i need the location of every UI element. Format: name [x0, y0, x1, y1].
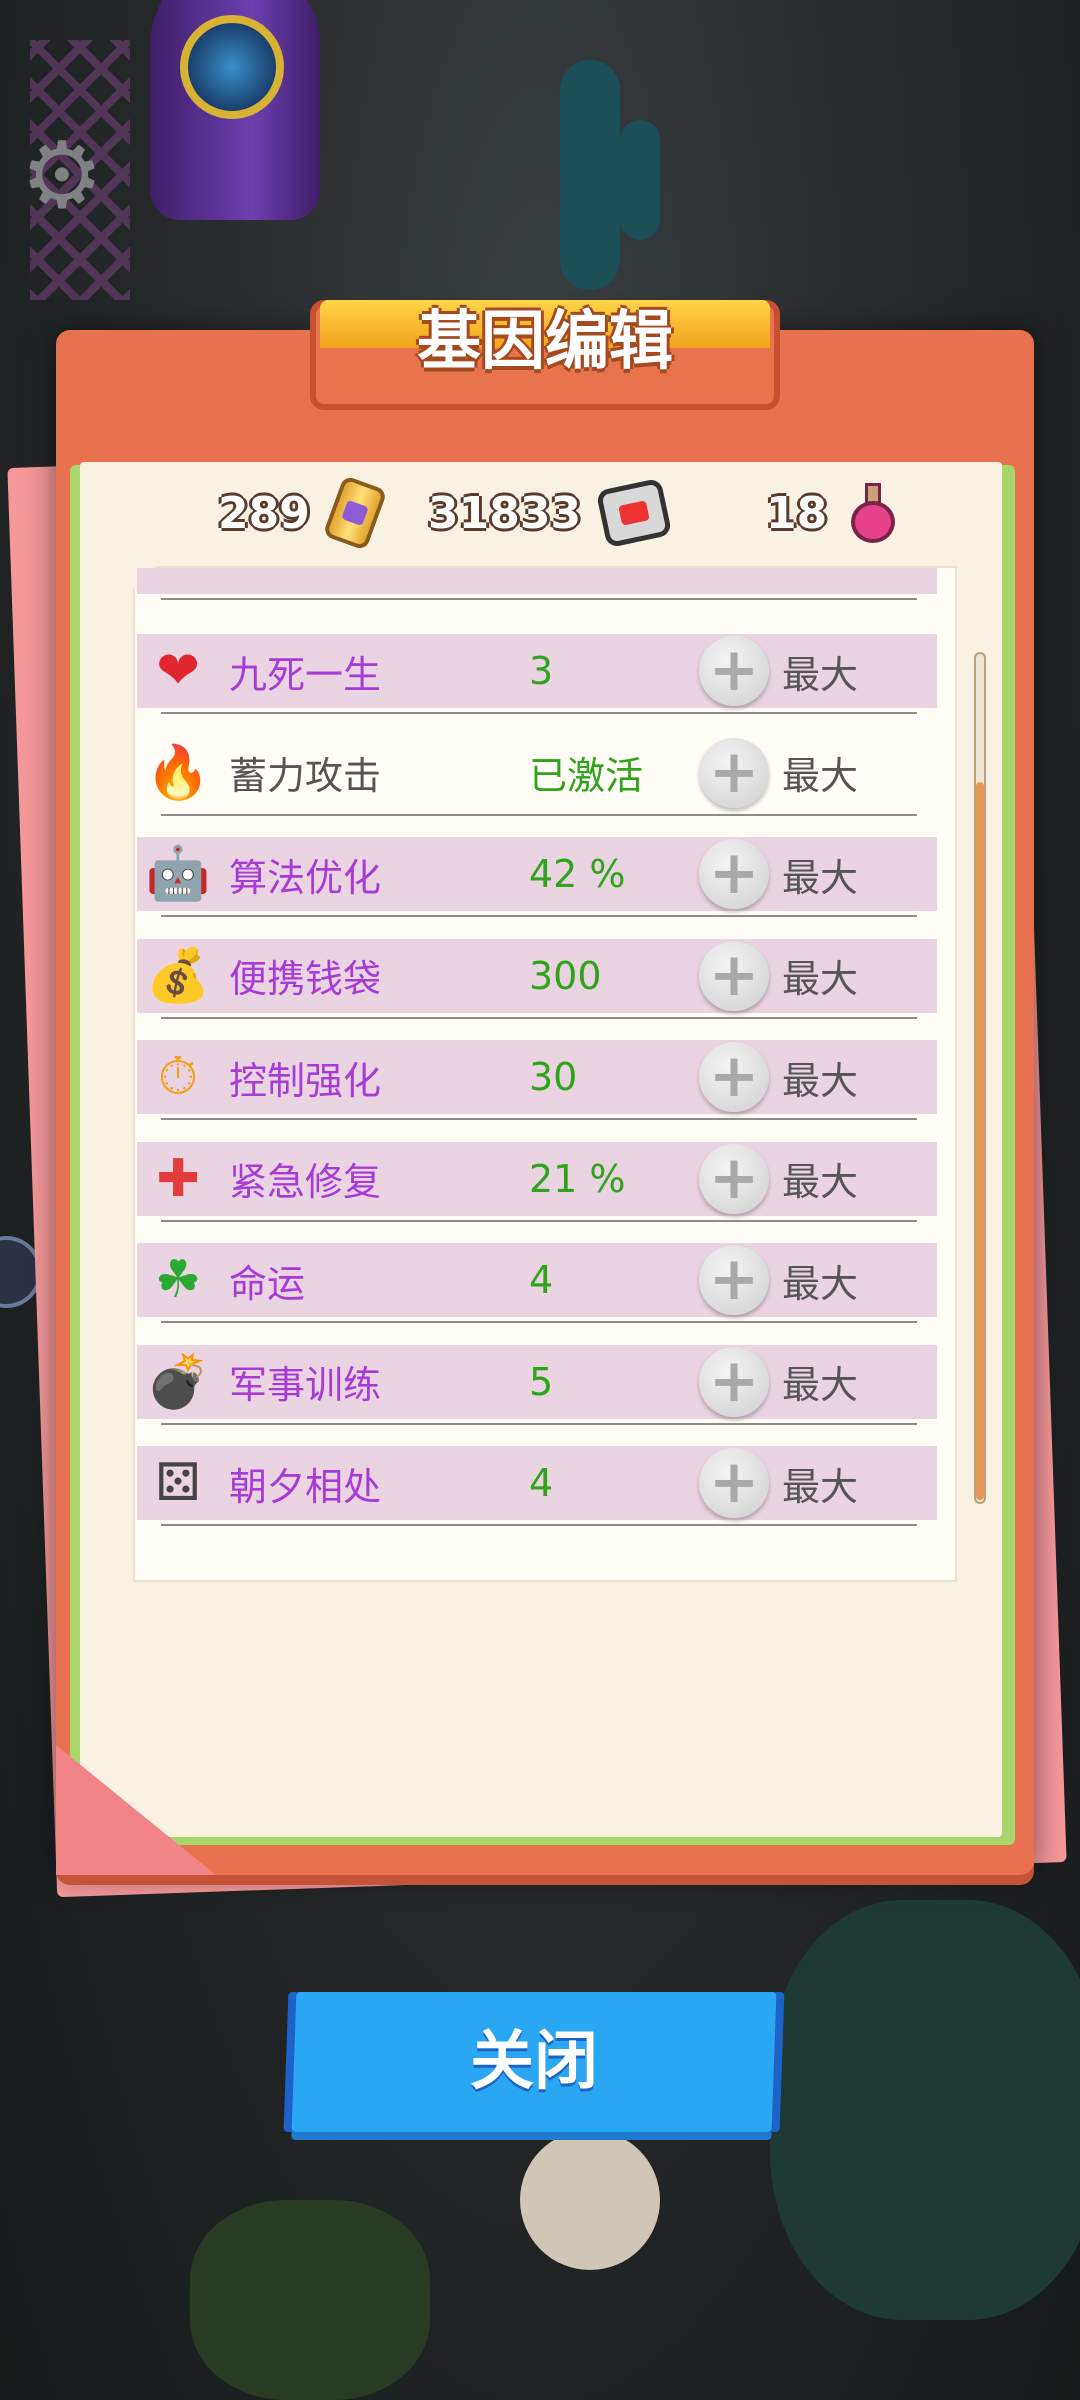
- row-divider: [161, 915, 917, 917]
- gene-value: 5: [529, 1359, 554, 1404]
- max-label: 最大: [782, 1363, 859, 1407]
- plus-button[interactable]: +: [699, 1245, 769, 1315]
- gene-name: 朝夕相处: [229, 1464, 382, 1509]
- gene-name: 紧急修复: [229, 1160, 382, 1204]
- battery-count: 289: [218, 487, 310, 539]
- bush-scenery: [770, 1900, 1080, 2320]
- row-divider: [161, 1118, 917, 1120]
- plus-button[interactable]: +: [699, 1143, 769, 1214]
- max-label: 最大: [782, 1464, 859, 1509]
- dice-icon: ⚄: [155, 1453, 201, 1513]
- plus-button[interactable]: +: [699, 1042, 769, 1112]
- gene-row: ❤ 九死一生 3 + 最大: [137, 634, 937, 714]
- gene-value: 30: [529, 1055, 578, 1099]
- row-divider: [161, 1016, 917, 1019]
- row-divider: [161, 1422, 917, 1425]
- gene-value: 3: [529, 649, 554, 693]
- max-label: 最大: [782, 652, 859, 697]
- currency-battery: 289: [218, 475, 388, 551]
- first-aid-kit-icon: ✚: [156, 1148, 200, 1209]
- gear-icon[interactable]: ⚙: [14, 128, 110, 224]
- gene-row: 💣 军事训练 5 + 最大: [137, 1344, 937, 1425]
- row-divider: [161, 813, 917, 816]
- gene-name: 控制强化: [229, 1058, 382, 1103]
- max-label: 最大: [782, 754, 859, 798]
- gene-value: 42 %: [529, 852, 626, 896]
- max-label: 最大: [782, 1261, 859, 1306]
- plus-button[interactable]: +: [699, 737, 769, 808]
- robot-icon: 🤖: [145, 844, 211, 904]
- row-divider: [161, 1321, 917, 1323]
- plus-button[interactable]: +: [699, 940, 769, 1011]
- gene-value: 300: [529, 953, 602, 998]
- plus-button[interactable]: +: [699, 839, 769, 909]
- row-divider: [161, 712, 917, 714]
- gene-row: ⏱ 控制强化 30 + 最大: [137, 1040, 937, 1120]
- infinity-heart-icon: ❤: [156, 641, 200, 701]
- power-strike-icon: 🔥: [145, 742, 211, 803]
- gene-value: 已激活: [529, 754, 644, 798]
- cactus-scenery: [560, 60, 620, 290]
- potion-count: 18: [766, 487, 828, 539]
- max-label: 最大: [782, 957, 859, 1001]
- gene-name: 算法优化: [229, 855, 382, 900]
- gene-name: 蓄力攻击: [229, 754, 382, 798]
- gene-row: 🤖 算法优化 42 % + 最大: [137, 837, 937, 917]
- gene-row-partial: [137, 568, 937, 600]
- close-button-label[interactable]: 关闭: [294, 1992, 774, 2132]
- sheep-character: [520, 2130, 660, 2270]
- gene-row: 💰 便携钱袋 300 + 最大: [137, 938, 937, 1019]
- potion-icon: [851, 483, 896, 543]
- gene-value: 21 %: [529, 1156, 626, 1201]
- gene-value: 4: [529, 1258, 554, 1302]
- gene-name: 便携钱袋: [229, 957, 382, 1001]
- gene-name: 九死一生: [229, 652, 382, 697]
- currency-chip: 31833: [428, 477, 673, 549]
- gene-row: ☘ 命运 4 + 最大: [137, 1243, 937, 1323]
- chip-icon: [595, 477, 673, 549]
- panel-title: 基因编辑: [417, 305, 673, 379]
- stopwatch-icon: ⏱: [157, 1047, 199, 1107]
- soldier-bomb-icon: 💣: [145, 1351, 211, 1412]
- scrollbar-thumb[interactable]: [976, 782, 984, 1500]
- gene-row: ⚄ 朝夕相处 4 + 最大: [137, 1446, 937, 1526]
- chip-count: 31833: [428, 487, 582, 539]
- plus-button[interactable]: +: [699, 1346, 769, 1417]
- gene-row: ✚ 紧急修复 21 % + 最大: [137, 1141, 937, 1222]
- plus-button[interactable]: +: [699, 1448, 769, 1518]
- cactus-scenery: [620, 120, 660, 240]
- gene-list[interactable]: ❤ 九死一生 3 + 最大 🔥 蓄力攻击 已激活 + 最大 🤖 算法优化 42 % + 最大 💰 便携钱袋 300…: [135, 568, 955, 1578]
- gene-name: 军事训练: [229, 1363, 382, 1407]
- four-leaf-clover-icon: ☘: [154, 1250, 202, 1310]
- plus-button[interactable]: +: [699, 636, 769, 706]
- row-divider: [161, 1524, 917, 1526]
- rocket-scenery: [150, 0, 320, 220]
- currency-potion: 18: [766, 478, 896, 548]
- gene-value: 4: [529, 1461, 554, 1505]
- max-label: 最大: [782, 1058, 859, 1103]
- battery-icon: [322, 475, 388, 551]
- row-divider: [161, 1219, 917, 1222]
- gene-row: 🔥 蓄力攻击 已激活 + 最大: [137, 736, 937, 816]
- max-label: 最大: [782, 855, 859, 900]
- money-bag-icon: 💰: [145, 945, 211, 1006]
- max-label: 最大: [782, 1160, 859, 1204]
- bush-scenery: [190, 2200, 430, 2400]
- gene-name: 命运: [229, 1261, 306, 1306]
